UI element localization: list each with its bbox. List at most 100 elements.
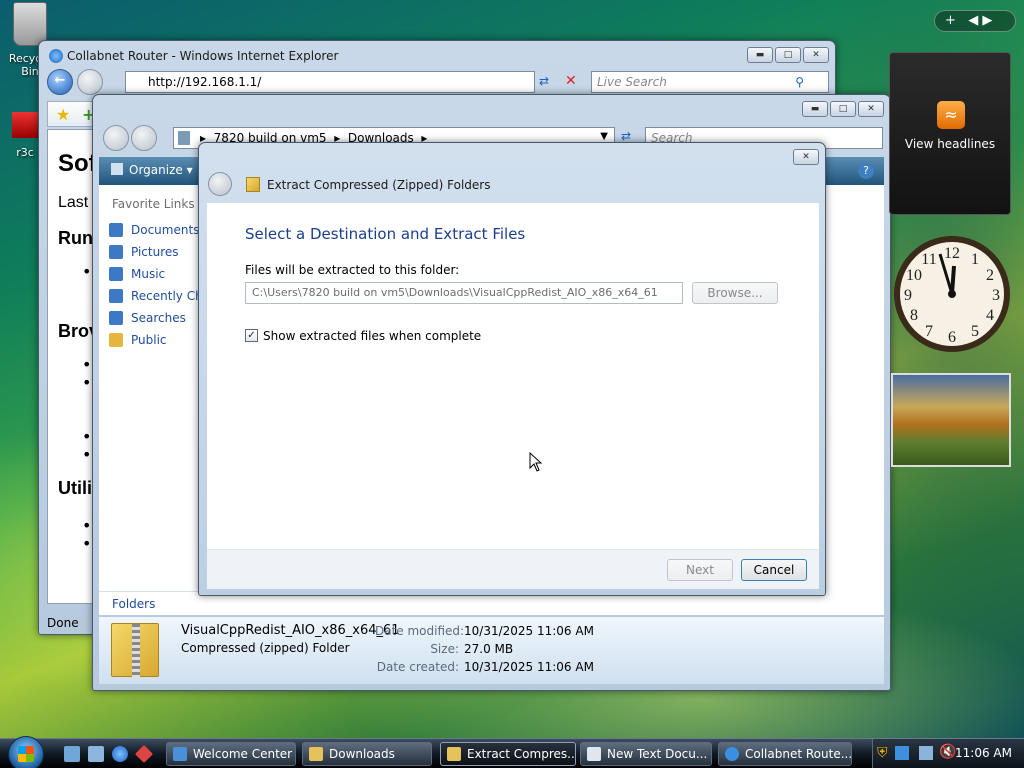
- security-shield-icon[interactable]: ⛨: [877, 745, 888, 761]
- next-button[interactable]: Next: [667, 559, 733, 581]
- organize-label: Organize: [129, 163, 183, 177]
- nav-item-public[interactable]: Public: [99, 329, 198, 351]
- svg-text:12: 12: [944, 245, 960, 262]
- extract-dialog[interactable]: ✕ Extract Compressed (Zipped) Folders Se…: [198, 142, 826, 596]
- favorites-star-icon[interactable]: ★: [56, 105, 70, 124]
- sidebar-controls[interactable]: + ◀ ▶: [934, 10, 1016, 32]
- nav-item-label: Public: [131, 333, 167, 347]
- zip-folder-icon: [246, 177, 260, 192]
- ie-icon: [725, 747, 739, 761]
- nav-item-label: Documents: [131, 223, 198, 237]
- switch-windows-icon[interactable]: [88, 746, 104, 762]
- svg-text:1: 1: [971, 251, 979, 268]
- windows-defender-icon[interactable]: [895, 746, 909, 760]
- refresh-icon[interactable]: ⇄: [621, 129, 631, 143]
- show-files-checkbox[interactable]: ✓: [245, 329, 258, 342]
- svg-text:5: 5: [971, 323, 979, 340]
- svg-text:3: 3: [992, 287, 1000, 304]
- svg-text:8: 8: [910, 307, 918, 324]
- address-dropdown-icon[interactable]: ▼: [600, 131, 608, 142]
- cancel-button[interactable]: Cancel: [741, 559, 807, 581]
- help-icon[interactable]: ?: [858, 163, 874, 179]
- nav-item-label: Searches: [131, 311, 186, 325]
- taskbar-button-ie[interactable]: Collabnet Route...: [718, 742, 852, 766]
- ie-address-bar[interactable]: http://192.168.1.1/: [125, 71, 535, 93]
- svg-text:9: 9: [904, 287, 912, 304]
- cursor-arrow: [529, 452, 543, 472]
- ie-title: Collabnet Router - Windows Internet Expl…: [67, 49, 339, 63]
- size-label: Size:: [430, 642, 459, 656]
- clock-gadget[interactable]: 12 12 345 678 91011: [892, 230, 1012, 358]
- explorer-caption-buttons: ▬ □ ✕: [802, 101, 884, 117]
- search-icon[interactable]: ⚲: [795, 72, 804, 92]
- back-button[interactable]: ←: [47, 69, 73, 95]
- taskbar: Welcome Center Downloads Extract Compres…: [0, 736, 1024, 768]
- destination-label: Files will be extracted to this folder:: [245, 263, 460, 277]
- nav-item-documents[interactable]: Documents: [99, 219, 198, 241]
- svg-text:7: 7: [925, 323, 933, 340]
- app-quicklaunch-icon[interactable]: [134, 744, 154, 764]
- close-button[interactable]: ✕: [793, 149, 819, 165]
- taskbar-button-extract[interactable]: Extract Compres...: [440, 742, 576, 766]
- taskbar-button-notepad[interactable]: New Text Docu...: [580, 742, 712, 766]
- date-created-label: Date created:: [376, 660, 459, 674]
- music-icon: [109, 267, 123, 281]
- folder-location-icon: [178, 131, 190, 145]
- system-tray: ⛨ 🔇 11:06 AM: [872, 739, 1024, 768]
- dialog-heading: Select a Destination and Extract Files: [245, 225, 526, 243]
- nav-item-pictures[interactable]: Pictures: [99, 241, 198, 263]
- browse-button[interactable]: Browse...: [692, 282, 778, 304]
- folders-label: Folders: [112, 597, 156, 611]
- destination-path-input[interactable]: C:\Users\7820 build on vm5\Downloads\Vis…: [245, 282, 683, 304]
- taskbar-button-label: Extract Compres...: [467, 747, 576, 761]
- svg-text:11: 11: [921, 251, 936, 268]
- nav-item-label: Pictures: [131, 245, 179, 259]
- taskbar-button-label: New Text Docu...: [607, 747, 708, 761]
- minimize-button[interactable]: ▬: [747, 47, 773, 63]
- date-created-value: 10/31/2025 11:06 AM: [464, 660, 594, 674]
- network-icon[interactable]: [919, 746, 933, 760]
- close-button[interactable]: ✕: [803, 47, 829, 63]
- shortcut-icon[interactable]: r3c: [10, 112, 40, 159]
- navigation-pane: Favorite Links Documents Pictures Music …: [99, 185, 199, 591]
- show-desktop-icon[interactable]: [64, 746, 80, 762]
- nav-item-searches[interactable]: Searches: [99, 307, 198, 329]
- slideshow-gadget[interactable]: [891, 373, 1011, 467]
- svg-text:2: 2: [986, 267, 994, 284]
- taskbar-button-welcome[interactable]: Welcome Center: [166, 742, 296, 766]
- clock-time[interactable]: 11:06 AM: [955, 746, 1012, 760]
- documents-icon: [109, 223, 123, 237]
- close-button[interactable]: ✕: [858, 101, 884, 117]
- maximize-button[interactable]: □: [830, 101, 856, 117]
- windows-logo-icon: [18, 746, 34, 762]
- ie-search-input[interactable]: Live Search ⚲: [591, 71, 829, 93]
- clock-center: [948, 290, 956, 298]
- show-files-label[interactable]: Show extracted files when complete: [263, 329, 481, 343]
- stop-icon[interactable]: ✕: [565, 73, 577, 89]
- rss-gadget[interactable]: ≈ View headlines: [889, 52, 1011, 215]
- recently-changed-icon: [109, 289, 123, 303]
- refresh-icon[interactable]: ⇄: [539, 74, 549, 88]
- favorite-links-header: Favorite Links: [112, 197, 195, 211]
- ie-caption-buttons: ▬ □ ✕: [747, 47, 829, 63]
- dialog-back-button[interactable]: [208, 172, 232, 196]
- notepad-icon: [587, 747, 601, 761]
- nav-item-recently-changed[interactable]: Recently Cha: [99, 285, 198, 307]
- ie-address-text: http://192.168.1.1/: [148, 75, 262, 89]
- nav-item-label: Recently Cha: [131, 289, 198, 303]
- explorer-forward-button[interactable]: [131, 125, 157, 151]
- taskbar-button-downloads[interactable]: Downloads: [302, 742, 432, 766]
- date-modified-label: Date modified:: [375, 624, 465, 638]
- volume-muted-icon[interactable]: 🔇: [939, 744, 956, 760]
- explorer-back-button[interactable]: [103, 125, 129, 151]
- ie-quicklaunch-icon[interactable]: [112, 746, 128, 762]
- nav-item-music[interactable]: Music: [99, 263, 198, 285]
- organize-button[interactable]: Organize ▾: [111, 163, 193, 177]
- minimize-button[interactable]: ▬: [802, 101, 828, 117]
- forward-button[interactable]: [77, 69, 103, 95]
- nav-item-label: Music: [131, 267, 166, 281]
- welcome-center-icon: [173, 747, 187, 761]
- shortcut-graphic: [12, 112, 38, 138]
- maximize-button[interactable]: □: [775, 47, 801, 63]
- start-button[interactable]: [8, 736, 44, 768]
